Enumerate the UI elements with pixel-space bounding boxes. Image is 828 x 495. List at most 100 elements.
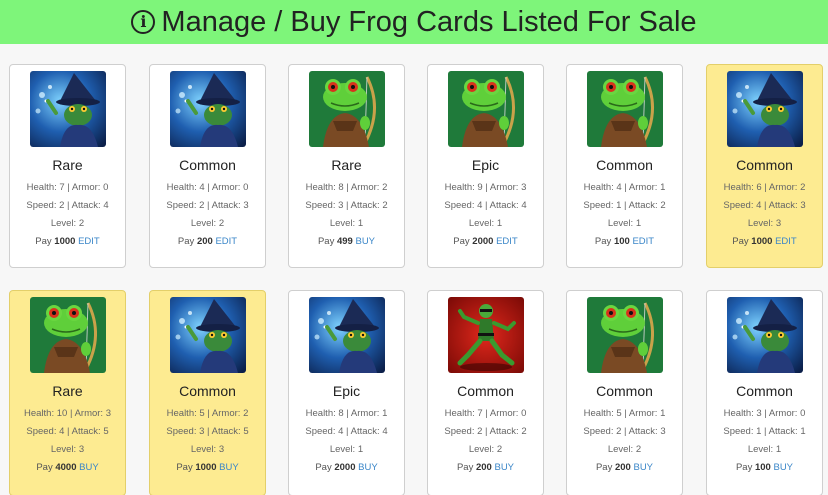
frog-card[interactable]: Epic Health: 9 | Armor: 3 Speed: 4 | Attac… [427,64,544,268]
level-stat: Level: 2 [50,218,85,229]
frog-card[interactable]: Common Health: 7 | Armor: 0 Speed: 2 | Att… [427,290,544,495]
speed-attack-stats: Speed: 2 | Attack: 3 [166,200,249,211]
frog-card[interactable]: Rare Health: 10 | Armor: 3 Speed: 4 | Atta… [9,290,126,495]
armor-value: 1 [382,408,388,419]
frog-card[interactable]: Common Health: 5 | Armor: 2 Speed: 3 | Att… [149,290,266,495]
level-value: 3 [78,444,85,455]
price-line: Pay 200 BUY [456,462,515,473]
level-value: 1 [775,444,782,455]
price-line: Pay 200 BUY [595,462,654,473]
price-value: 4000 [55,462,77,473]
speed-value: 4 [477,200,483,211]
price-line: Pay 4000 BUY [36,462,99,473]
level-stat: Level: 2 [190,218,225,229]
price-value: 1000 [751,236,773,247]
health-armor-stats: Health: 5 | Armor: 2 [166,408,249,419]
price-value: 2000 [334,462,356,473]
frog-card[interactable]: Common Health: 3 | Armor: 0 Speed: 1 | Att… [706,290,823,495]
buy-button[interactable]: BUY [494,462,514,473]
wizard-frog-image [727,297,803,373]
health-value: 4 [199,182,205,193]
speed-value: 1 [756,426,762,437]
edit-button[interactable]: EDIT [496,236,518,247]
attack-value: 1 [800,426,806,437]
price-line: Pay 2000 EDIT [453,236,518,247]
edit-button[interactable]: EDIT [78,236,100,247]
attack-value: 2 [382,200,388,211]
frog-card[interactable]: Epic Health: 8 | Armor: 1 Speed: 4 | Attac… [288,290,405,495]
wizard-frog-image [170,297,246,373]
health-armor-stats: Health: 4 | Armor: 0 [166,182,249,193]
archer-frog-image [587,297,663,373]
archer-frog-image [309,71,385,147]
level-value: 1 [357,444,364,455]
card-rarity: Common [736,383,793,399]
health-armor-stats: Health: 4 | Armor: 1 [583,182,666,193]
edit-button[interactable]: EDIT [775,236,797,247]
level-stat: Level: 1 [329,218,364,229]
level-stat: Level: 1 [468,218,503,229]
buy-button[interactable]: BUY [355,236,375,247]
card-rarity: Epic [471,157,500,173]
speed-attack-stats: Speed: 4 | Attack: 5 [26,426,109,437]
buy-button[interactable]: BUY [219,462,239,473]
frog-card[interactable]: Common Health: 4 | Armor: 0 Speed: 2 | Att… [149,64,266,268]
archer-frog-image [448,71,524,147]
frog-card[interactable]: Rare Health: 7 | Armor: 0 Speed: 2 | Attac… [9,64,126,268]
card-rarity: Common [596,157,653,173]
attack-value: 5 [103,426,109,437]
price-line: Pay 1000 BUY [176,462,239,473]
card-image [727,71,803,147]
speed-attack-stats: Speed: 2 | Attack: 2 [444,426,527,437]
buy-button[interactable]: BUY [633,462,653,473]
card-image [727,297,803,373]
attack-value: 4 [382,426,388,437]
price-value: 200 [475,462,492,473]
speed-value: 2 [199,200,205,211]
card-image [448,297,524,373]
armor-value: 2 [243,408,249,419]
level-value: 1 [357,218,364,229]
edit-button[interactable]: EDIT [632,236,654,247]
speed-value: 2 [59,200,65,211]
speed-value: 2 [477,426,483,437]
price-value: 499 [336,236,353,247]
speed-value: 4 [756,200,762,211]
buy-button[interactable]: BUY [773,462,793,473]
card-rarity: Epic [332,383,361,399]
level-stat: Level: 3 [50,444,85,455]
frog-card[interactable]: Rare Health: 8 | Armor: 2 Speed: 3 | Attac… [288,64,405,268]
price-value: 100 [754,462,771,473]
attack-value: 2 [660,200,666,211]
armor-value: 3 [105,408,111,419]
health-value: 9 [477,182,483,193]
card-rarity: Rare [331,157,362,173]
speed-attack-stats: Speed: 4 | Attack: 4 [444,200,527,211]
buy-button[interactable]: BUY [79,462,99,473]
frog-card[interactable]: Common Health: 6 | Armor: 2 Speed: 4 | Att… [706,64,823,268]
buy-button[interactable]: BUY [358,462,378,473]
speed-value: 4 [338,426,344,437]
price-line: Pay 1000 EDIT [35,236,100,247]
health-value: 8 [338,182,344,193]
level-stat: Level: 3 [747,218,782,229]
edit-button[interactable]: EDIT [215,236,237,247]
frog-card[interactable]: Common Health: 4 | Armor: 1 Speed: 1 | Att… [566,64,683,268]
price-line: Pay 100 BUY [735,462,794,473]
price-line: Pay 1000 EDIT [732,236,797,247]
card-image [30,297,106,373]
speed-attack-stats: Speed: 4 | Attack: 3 [723,200,806,211]
armor-value: 0 [103,182,109,193]
card-image [587,71,663,147]
speed-value: 3 [199,426,205,437]
wizard-frog-image [727,71,803,147]
price-line: Pay 499 BUY [317,236,376,247]
health-armor-stats: Health: 7 | Armor: 0 [444,408,527,419]
level-value: 2 [218,218,225,229]
health-value: 3 [756,408,762,419]
armor-value: 3 [521,182,527,193]
level-value: 2 [78,218,85,229]
attack-value: 3 [243,200,249,211]
frog-card[interactable]: Common Health: 5 | Armor: 1 Speed: 2 | Att… [566,290,683,495]
health-value: 10 [56,408,68,419]
